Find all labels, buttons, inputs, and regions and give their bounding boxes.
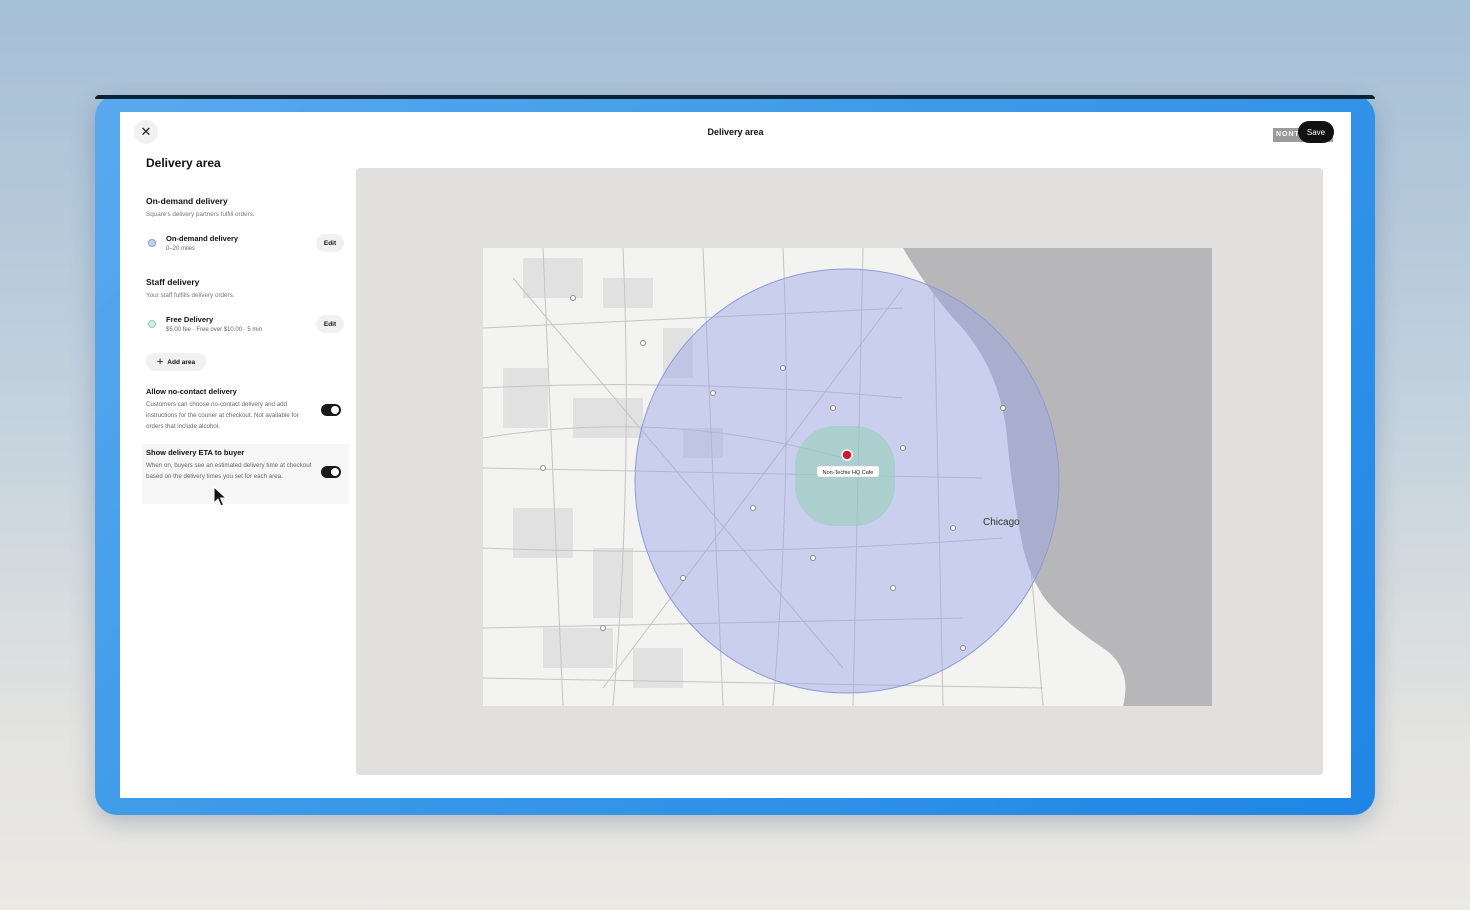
mouse-cursor-icon [213, 486, 228, 507]
page-title: Delivery area [146, 156, 221, 170]
setting-description: Customers can choose no-contact delivery… [146, 401, 299, 430]
pin-label: Non-Techie HQ Cafe [823, 470, 874, 476]
add-area-button[interactable]: + Add area [146, 353, 206, 371]
edit-on-demand-button[interactable]: Edit [316, 234, 344, 252]
edit-free-delivery-button[interactable]: Edit [316, 315, 344, 333]
plus-icon: + [156, 355, 164, 368]
save-button[interactable]: Save [1298, 121, 1334, 143]
staff-zone-swatch [148, 320, 156, 328]
on-demand-zone-swatch [148, 239, 156, 247]
settings-sidebar: Delivery area On-demand delivery Square'… [142, 156, 351, 504]
on-demand-section-subtitle: Square's delivery partners fulfill order… [146, 211, 255, 218]
area-name: Free Delivery [166, 315, 214, 324]
map-panel[interactable]: Chicago Non-Techie HQ Cafe [356, 168, 1323, 775]
setting-title: Allow no-contact delivery [146, 387, 237, 396]
staff-section-subtitle: Your staff fulfills delivery orders. [146, 292, 235, 299]
no-contact-toggle[interactable] [321, 404, 341, 416]
area-row-free-delivery[interactable]: Free Delivery $5.00 fee · Free over $10.… [146, 315, 346, 343]
delivery-area-dialog: ✕ Delivery area NONT Save Delivery area … [120, 112, 1351, 798]
staff-section-title: Staff delivery [146, 277, 200, 287]
area-detail: 0–20 miles [166, 246, 196, 252]
delivery-map[interactable]: Chicago Non-Techie HQ Cafe [483, 248, 1212, 706]
add-area-label: Add area [167, 358, 196, 366]
city-label: Chicago [983, 517, 1020, 528]
dialog-title: Delivery area [707, 127, 764, 137]
setting-no-contact: Allow no-contact delivery Customers can … [142, 383, 349, 436]
setting-description: When on, buyers see an estimated deliver… [146, 462, 312, 480]
setting-title: Show delivery ETA to buyer [146, 448, 245, 457]
delivery-eta-toggle[interactable] [321, 466, 341, 478]
setting-delivery-eta: Show delivery ETA to buyer When on, buye… [142, 444, 349, 504]
area-name: On-demand delivery [166, 234, 239, 243]
area-row-on-demand[interactable]: On-demand delivery 0–20 miles Edit [146, 234, 346, 262]
area-detail: $5.00 fee · Free over $10.00 · 5 min [166, 327, 263, 333]
on-demand-section-title: On-demand delivery [146, 196, 228, 206]
